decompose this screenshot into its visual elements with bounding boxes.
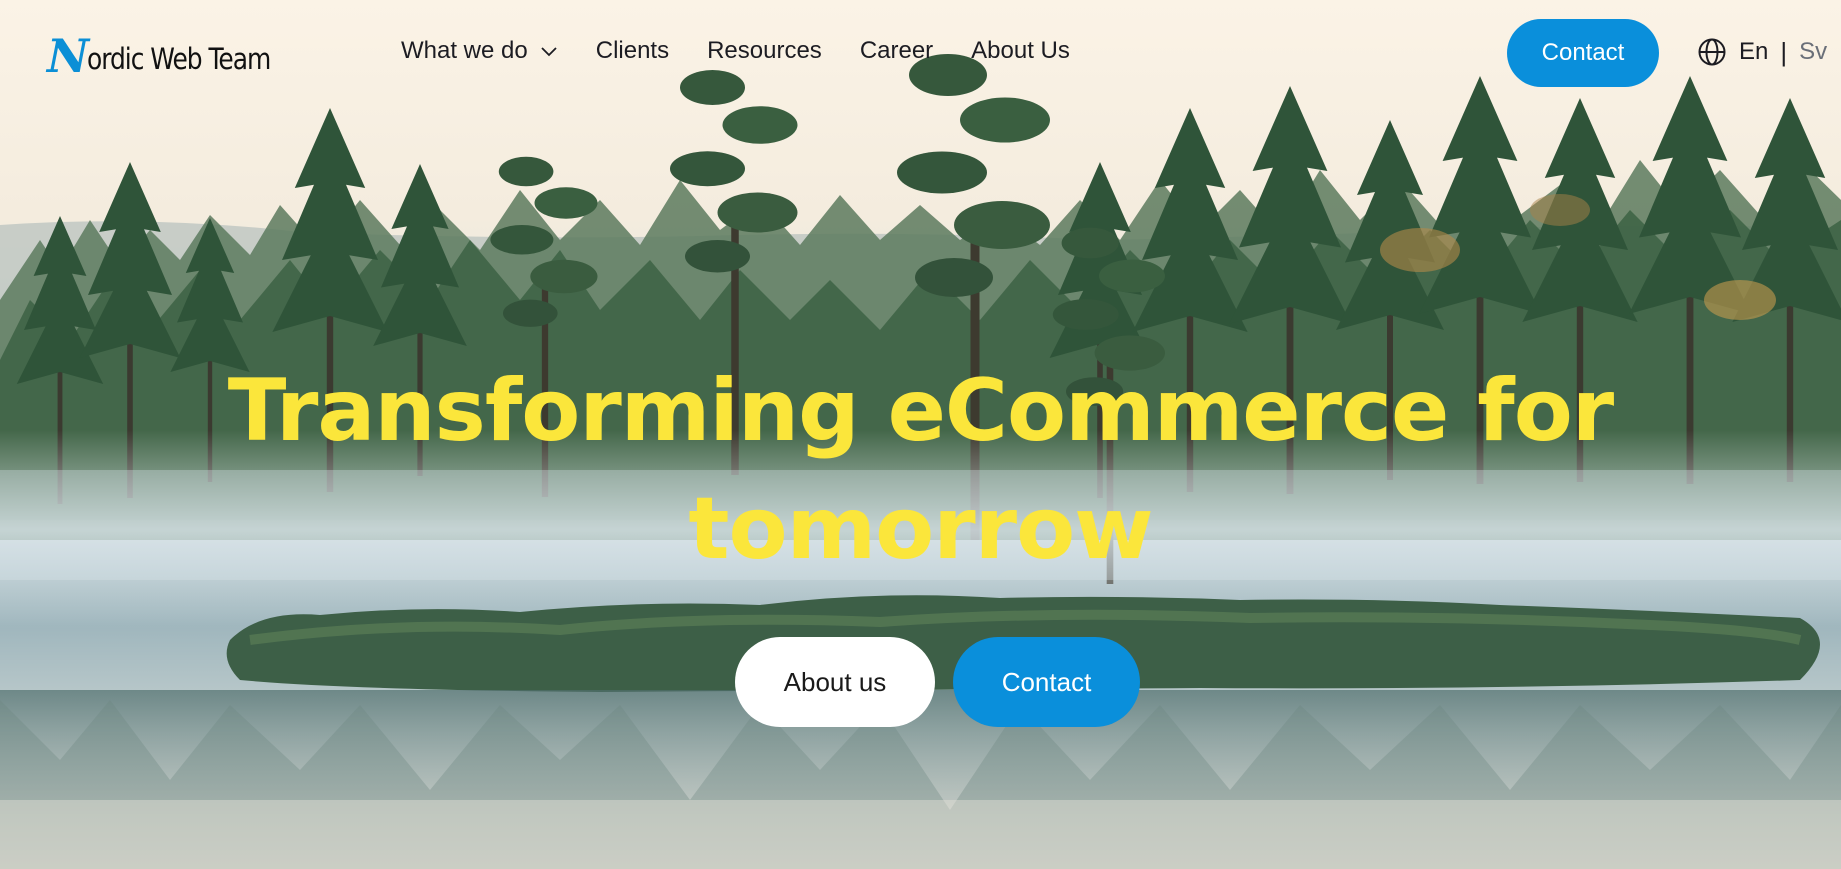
hero-headline: Transforming eCommerce for tomorrow	[0, 352, 1841, 588]
nav-item-label: What we do	[401, 37, 528, 64]
landing-page: N ordic Web Team What we do Clients Reso…	[0, 0, 1841, 869]
hero-headline-line-2: tomorrow	[688, 479, 1153, 579]
nav-item-resources[interactable]: Resources	[707, 37, 822, 65]
language-switcher: En | Sv	[1697, 34, 1827, 70]
language-en[interactable]: En	[1739, 38, 1768, 66]
chevron-down-icon	[541, 47, 557, 57]
logo-wordmark: ordic Web Team	[87, 42, 271, 76]
nav-item-career[interactable]: Career	[860, 37, 933, 65]
site-header: N ordic Web Team What we do Clients Reso…	[0, 0, 1841, 106]
brand-logo[interactable]: N ordic Web Team	[47, 29, 300, 83]
hero-headline-line-1: Transforming eCommerce for	[227, 361, 1614, 461]
hero-contact-button[interactable]: Contact	[953, 637, 1140, 727]
main-nav: What we do Clients Resources Career Abou…	[401, 36, 1070, 66]
logo-letter: N	[47, 29, 90, 83]
about-us-button[interactable]: About us	[735, 637, 935, 727]
language-separator: |	[1780, 36, 1788, 67]
header-contact-button[interactable]: Contact	[1507, 19, 1659, 87]
nav-item-about-us[interactable]: About Us	[971, 37, 1070, 65]
hero-actions: About us Contact	[735, 637, 1140, 727]
nav-item-what-we-do[interactable]: What we do	[401, 37, 558, 65]
nav-item-clients[interactable]: Clients	[596, 37, 669, 65]
globe-icon[interactable]	[1697, 37, 1727, 67]
language-sv[interactable]: Sv	[1799, 38, 1827, 66]
